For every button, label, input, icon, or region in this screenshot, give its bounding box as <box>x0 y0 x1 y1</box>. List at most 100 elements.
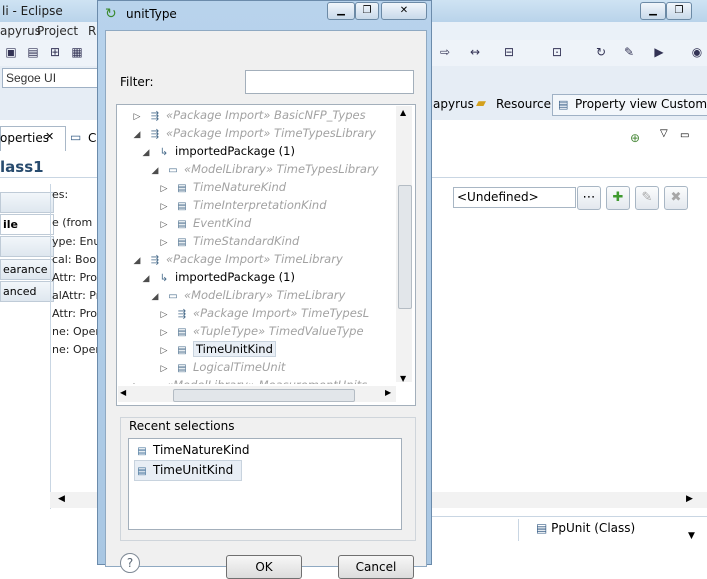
tree-row[interactable]: ▷ ⇶ «Package Import» BasicNFP_Types <box>118 106 396 124</box>
browse-button[interactable]: ⋯ <box>577 186 601 210</box>
property-line: cal: Bool <box>52 253 100 266</box>
dialog-maximize-button[interactable]: ❐ <box>355 2 379 20</box>
tab-blank-2[interactable] <box>0 236 54 257</box>
ref-icon: ↳ <box>159 147 169 158</box>
pin-icon[interactable]: ⊕ <box>630 131 640 145</box>
scroll-left-icon[interactable]: ◀ <box>58 494 65 504</box>
resize-icon[interactable]: ↔ <box>466 44 484 60</box>
minimize-view-icon[interactable]: ▭ <box>680 130 689 141</box>
menu-project[interactable]: Project <box>37 24 78 38</box>
align-icon[interactable]: ⊟ <box>500 44 518 60</box>
dialog-title: unitType <box>126 7 177 21</box>
tree-row[interactable]: ◢ ⇶ «Package Import» TimeTypesLibrary <box>118 124 396 142</box>
tree-row[interactable]: ▷ ▤ TimeNatureKind <box>118 178 396 196</box>
property-line: e (from <box>52 216 93 229</box>
save-icon[interactable]: ▤ <box>24 44 42 60</box>
tree-hscroll-thumb[interactable] <box>173 389 355 402</box>
scroll-up-icon[interactable]: ▲ <box>400 108 406 117</box>
list-item[interactable]: ▤ TimeUnitKind <box>134 460 242 481</box>
tree-row[interactable]: ▷ ⇶ «Package Import» TimeTypesL <box>118 304 396 322</box>
edit-button[interactable]: ✎ <box>635 186 659 210</box>
list-item[interactable]: ▤ TimeNatureKind <box>129 441 401 460</box>
scroll-left-icon[interactable]: ◀ <box>120 388 126 397</box>
tree-row[interactable]: ▷ ▤ TimeUnitKind <box>118 340 396 358</box>
properties-icon[interactable]: ▦ <box>68 44 86 60</box>
arrow-tool-icon[interactable]: ⇨ <box>436 44 454 60</box>
enum-icon: ▤ <box>177 183 187 194</box>
view-menu-icon[interactable]: ▽ <box>660 128 668 139</box>
tree-rows: ▷ ⇶ «Package Import» BasicNFP_Types ◢ ⇶ «Pack… <box>118 106 396 384</box>
tree-row[interactable]: ▷ ▤ TimeInterpretationKind <box>118 196 396 214</box>
layout-icon[interactable]: ⊡ <box>548 44 566 60</box>
run-icon[interactable]: ▶ <box>650 44 668 60</box>
dialog-close-button[interactable]: ✕ <box>381 2 427 20</box>
brush-icon[interactable]: ✎ <box>620 44 638 60</box>
chevron-down-icon[interactable]: ▼ <box>688 531 695 541</box>
tree-row[interactable]: ▷ ▤ TimeStandardKind <box>118 232 396 250</box>
add-button[interactable]: ✚ <box>606 186 630 210</box>
tree-row[interactable]: ▷ ▤ LogicalTimeUnit <box>118 358 396 376</box>
divider <box>50 184 51 509</box>
tree-row-label: EventKind <box>193 216 252 230</box>
divider <box>518 519 519 541</box>
tree-row-label: «Package Import» TimeLibrary <box>166 252 343 266</box>
status-item: ▤ PpUnit (Class) <box>536 521 635 535</box>
expand-icon[interactable]: ▷ <box>132 378 142 384</box>
folder-icon: ▭ <box>168 291 178 302</box>
tree-row-label: TimeInterpretationKind <box>193 198 327 212</box>
filter-input[interactable] <box>245 70 414 94</box>
tree-row-label: «Package Import» BasicNFP_Types <box>166 108 366 122</box>
tree-vscroll-thumb[interactable] <box>398 185 412 309</box>
eclipse-window-title: li - Eclipse <box>2 4 63 18</box>
cancel-button[interactable]: Cancel <box>338 555 414 579</box>
maximize-button[interactable]: ❐ <box>666 2 692 20</box>
scroll-down-icon[interactable]: ▼ <box>400 374 406 383</box>
close-icon[interactable]: ✕ <box>45 130 54 143</box>
papyrus-icon[interactable]: ↻ <box>592 44 610 60</box>
enum-icon: ▤ <box>177 363 187 374</box>
unit-type-field[interactable]: <Undefined> <box>453 187 576 208</box>
menu-papyrus[interactable]: apyrus <box>0 24 41 38</box>
hierarchy-icon[interactable]: ⊞ <box>46 44 64 60</box>
tree-row[interactable]: ◢ ↳ importedPackage (1) <box>118 268 396 286</box>
perspective-papyrus[interactable]: apyrus <box>433 97 474 111</box>
papyrus-icon: ↻ <box>105 6 117 22</box>
tree-row-label: TimeNatureKind <box>193 180 287 194</box>
tab-properties-label: operties <box>0 131 49 145</box>
tree-row-label: «ModelLibrary» MeasurementUnits <box>166 378 367 384</box>
globe-icon[interactable]: ◉ <box>688 44 706 60</box>
tree-row[interactable]: ◢ ⇶ «Package Import» TimeLibrary <box>118 250 396 268</box>
enumeration-icon: ▤ <box>137 446 147 457</box>
tab-console-label[interactable]: C <box>88 131 96 145</box>
font-combo[interactable]: Segoe UI <box>2 68 99 88</box>
right-hscroll[interactable] <box>432 492 707 508</box>
new-icon[interactable]: ▣ <box>2 44 20 60</box>
tab-blank[interactable] <box>0 192 54 213</box>
scroll-right-icon[interactable]: ▶ <box>385 388 391 397</box>
enum-icon: ▤ <box>177 237 187 248</box>
tree-row[interactable]: ◢ ↳ importedPackage (1) <box>118 142 396 160</box>
tree-row[interactable]: ▷ ▤ EventKind <box>118 214 396 232</box>
tree-row-label: TimeUnitKind <box>193 341 276 357</box>
menu-run[interactable]: R <box>88 24 96 38</box>
delete-button[interactable]: ✖ <box>664 186 688 210</box>
dialog-minimize-button[interactable]: ▁ <box>327 2 355 20</box>
tab-profile[interactable]: ile <box>0 214 54 235</box>
tab-appearance[interactable]: earance <box>0 259 54 280</box>
pkgimp-icon: ⇶ <box>150 255 160 266</box>
tree-row-label: «ModelLibrary» TimeLibrary <box>184 288 346 302</box>
divider <box>432 516 707 517</box>
page-title: lass1 <box>0 158 44 176</box>
ref-icon: ↳ <box>159 273 169 284</box>
tree-row[interactable]: ▷ ▤ «TupleType» TimedValueType <box>118 322 396 340</box>
tree-row[interactable]: ◢ ▭ «ModelLibrary» TimeLibrary <box>118 286 396 304</box>
help-icon[interactable]: ? <box>120 553 140 573</box>
perspective-resource[interactable]: Resource <box>496 97 551 111</box>
tree-row[interactable]: ▷ ▭ «ModelLibrary» MeasurementUnits <box>118 376 396 384</box>
tree-row[interactable]: ◢ ▭ «ModelLibrary» TimeTypesLibrary <box>118 160 396 178</box>
minimize-button[interactable]: ▁ <box>640 2 666 20</box>
tab-advanced[interactable]: anced <box>0 281 54 302</box>
ok-button[interactable]: OK <box>226 555 302 579</box>
scroll-right-icon[interactable]: ▶ <box>686 494 693 504</box>
recent-selections-list[interactable]: ▤ TimeNatureKind ▤ TimeUnitKind <box>128 438 402 530</box>
